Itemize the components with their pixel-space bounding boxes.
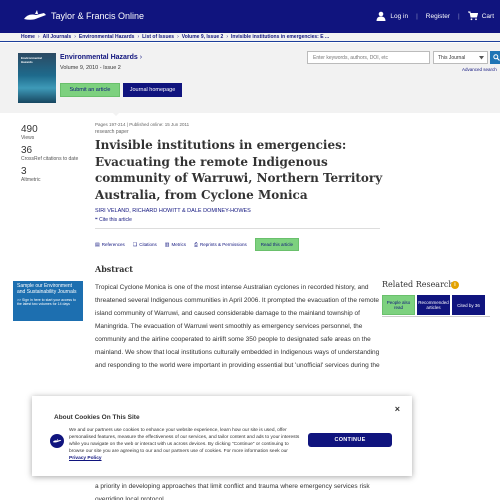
tab-metrics[interactable]: ▥ Metrics (165, 242, 186, 248)
login-link[interactable]: Log in (376, 11, 408, 21)
abstract-heading: Abstract (95, 264, 133, 274)
user-icon (376, 11, 386, 21)
tab-people-also-read[interactable]: People also read (382, 295, 415, 315)
breadcrumb-current: Invisible institutions in emergencies: E… (231, 34, 330, 40)
search-input[interactable]: Enter keywords, authors, DOI, etc (307, 51, 430, 64)
cookie-title: About Cookies On This Site (54, 414, 140, 421)
article-metrics: 490 Views 36 CrossRef citations to date … (21, 124, 81, 187)
related-research-heading: Related Research (382, 280, 454, 289)
breadcrumb: Home › All Journals › Environmental Haza… (0, 33, 500, 42)
breadcrumb-journal[interactable]: Environmental Hazards (79, 34, 135, 40)
cookie-body: We and our partners use cookies to enhan… (69, 428, 300, 454)
cookie-banner: About Cookies On This Site × We and our … (32, 396, 412, 476)
cart-icon (467, 11, 478, 21)
sample-journals-ad[interactable]: Sample our Environment and Sustainabilit… (13, 281, 83, 321)
article-tabs: ▤ References ❏ Citations ▥ Metrics ⎙ Reprint… (95, 238, 307, 251)
article-pages: Pages 197-214 | Published online: 15 Jun… (95, 122, 190, 127)
close-icon[interactable]: × (395, 404, 400, 414)
reprints-icon: ⎙ (193, 241, 198, 248)
breadcrumb-all-journals[interactable]: All Journals (43, 34, 72, 40)
tab-read-article[interactable]: Read this article (254, 238, 300, 251)
tab-cited-by[interactable]: Cited by 36 (452, 295, 485, 315)
metrics-icon: ▥ (164, 241, 170, 248)
top-bar: Taylor & Francis Online Log in | Registe… (0, 0, 500, 33)
info-icon[interactable]: i (451, 281, 459, 289)
breadcrumb-separator: › (177, 34, 179, 40)
cookie-continue-button[interactable]: CONTINUE (308, 433, 392, 447)
abstract-text: Tropical Cyclone Monica is one of the mo… (95, 284, 380, 369)
journal-header: Environmental Hazards Environmental Haza… (0, 43, 500, 113)
related-tabs-divider (382, 316, 490, 317)
altmetric-count: 3 (21, 166, 27, 177)
tab-reprints[interactable]: ⎙ Reprints & Permissions (194, 242, 247, 248)
divider (95, 228, 380, 229)
cart-link[interactable]: Cart (467, 11, 494, 21)
advanced-search-link[interactable]: Advanced search (462, 67, 497, 72)
journal-name: Environmental Hazards (60, 54, 138, 61)
header-notch (108, 108, 124, 116)
search-icon (492, 54, 500, 61)
cart-label: Cart (481, 12, 494, 20)
abstract-text-continued: a priority in developing approaches that… (95, 483, 370, 500)
tab-reprints-label: Reprints & Permissions (200, 242, 247, 247)
breadcrumb-separator: › (37, 34, 40, 40)
article-title: Invisible institutions in emergencies: E… (95, 138, 383, 202)
journal-cover-image[interactable]: Environmental Hazards (18, 53, 56, 103)
privacy-policy-link[interactable]: Privacy Policy (69, 456, 102, 461)
article-type: research paper (95, 129, 129, 135)
tab-recommended-articles[interactable]: Recommended articles (417, 295, 450, 315)
cookie-text: We and our partners use cookies to enhan… (53, 427, 303, 462)
login-label: Log in (390, 12, 409, 20)
journal-name-link[interactable]: Environmental Hazards › (60, 54, 142, 61)
journal-homepage-button[interactable]: Journal homepage (123, 83, 182, 97)
citations-icon: ❏ (132, 241, 138, 248)
tab-citations-label: Citations (139, 242, 157, 247)
breadcrumb-separator: › (74, 34, 76, 40)
search-scope-value: This Journal (438, 54, 466, 61)
cite-article-label: Cite this article (99, 217, 132, 223)
tab-citations[interactable]: ❏ Citations (133, 242, 157, 248)
breadcrumb-home[interactable]: Home (21, 34, 35, 40)
submit-article-button[interactable]: Submit an article (60, 83, 120, 97)
breadcrumb-volume[interactable]: Volume 9, Issue 2 (182, 34, 224, 40)
journal-volume[interactable]: Volume 9, 2010 - Issue 2 (60, 65, 121, 71)
chevron-right-icon: › (139, 54, 143, 61)
nav-separator: | (458, 12, 460, 20)
breadcrumb-separator: › (137, 34, 140, 40)
cite-article-link[interactable]: ❝ Cite this article (95, 217, 132, 223)
crossref-label: CrossRef citations to date (21, 156, 79, 162)
cover-title: Environmental Hazards (21, 56, 42, 64)
search-scope-select[interactable]: This Journal (433, 51, 488, 64)
altmetric-label: Altmetric (21, 177, 41, 183)
top-nav: Log in | Register | Cart (376, 11, 494, 21)
article-authors[interactable]: SIRI VELAND, RICHARD HOWITT & DALE DOMIN… (95, 208, 251, 214)
search-button[interactable] (490, 51, 500, 64)
references-icon: ▤ (95, 241, 100, 248)
breadcrumb-issues[interactable]: List of Issues (142, 34, 174, 40)
nav-separator: | (416, 12, 418, 20)
tab-metrics-label: Metrics (171, 242, 186, 247)
ad-subtitle: >> Sign in here to start your access to … (17, 298, 76, 306)
views-label: Views (21, 135, 35, 141)
logo-lamp-icon (24, 10, 46, 20)
ad-title: Sample our Environment and Sustainabilit… (17, 283, 77, 295)
register-link[interactable]: Register (426, 13, 450, 20)
chevron-down-icon (479, 55, 484, 59)
site-logo[interactable]: Taylor & Francis Online (22, 9, 144, 23)
logo-text: Taylor & Francis Online (51, 11, 145, 21)
crossref-count: 36 (21, 145, 33, 156)
related-research-tabs: People also read Recommended articles Ci… (382, 295, 487, 315)
breadcrumb-separator: › (226, 34, 229, 40)
views-count: 490 (21, 124, 38, 135)
tab-references-label: References (101, 242, 125, 247)
tab-references[interactable]: ▤ References (95, 242, 125, 248)
